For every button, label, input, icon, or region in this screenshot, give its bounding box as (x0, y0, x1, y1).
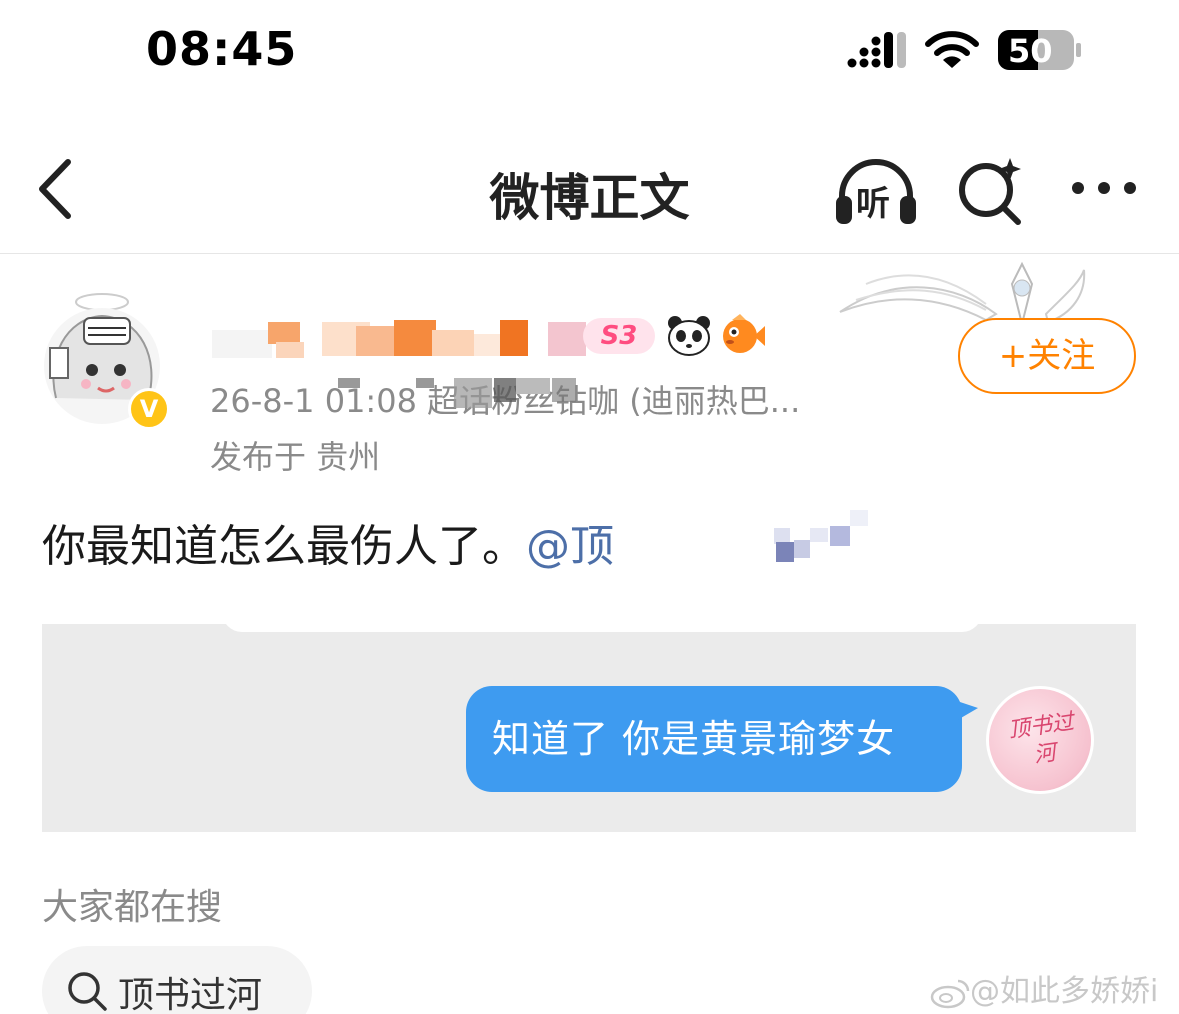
search-icon[interactable] (954, 154, 1026, 226)
post-image[interactable]: 知道了 你是黄景瑜梦女 顶书过河 (42, 624, 1136, 832)
nav-bar: 微博正文 听 (0, 130, 1179, 254)
battery-icon: 50 (998, 30, 1082, 70)
battery-level: 50 (1008, 32, 1053, 70)
listen-label: 听 (856, 184, 890, 224)
trend-chip-label: 顶书过河 (118, 975, 263, 1014)
image-card-edge (222, 624, 982, 632)
search-icon (68, 972, 107, 1011)
bubble-tail (954, 700, 978, 722)
status-time: 08:45 (146, 22, 298, 76)
follow-button[interactable]: +关注 (958, 318, 1136, 394)
mention-link[interactable]: @顶 (526, 521, 614, 572)
chat-bubble: 知道了 你是黄景瑜梦女 (466, 686, 962, 792)
goldfish-icon (723, 314, 765, 353)
weibo-logo-icon (930, 979, 970, 1008)
trending-label: 大家都在搜 (42, 887, 223, 928)
watermark: @如此多娇娇i (930, 966, 1158, 1010)
verified-badge-icon: V (128, 388, 170, 430)
chat-avatar: 顶书过河 (986, 686, 1094, 794)
panda-icon (668, 316, 710, 356)
wifi-icon (925, 31, 979, 68)
more-icon[interactable] (1068, 168, 1140, 208)
level-badge: S3 (583, 318, 655, 354)
user-avatar[interactable]: V (36, 288, 176, 430)
listen-button[interactable]: 听 (832, 156, 920, 226)
cellular-signal-icon (847, 32, 906, 68)
post-location: 发布于 贵州 (210, 438, 381, 476)
status-bar: 08:45 50 (0, 0, 1179, 100)
chat-avatar-text: 顶书过河 (1006, 709, 1076, 769)
post-text: 你最知道怎么最伤人了。@顶 (42, 510, 614, 574)
watermark-text: @如此多娇娇i (970, 974, 1159, 1009)
post-body-text: 你最知道怎么最伤人了。 (42, 521, 526, 572)
